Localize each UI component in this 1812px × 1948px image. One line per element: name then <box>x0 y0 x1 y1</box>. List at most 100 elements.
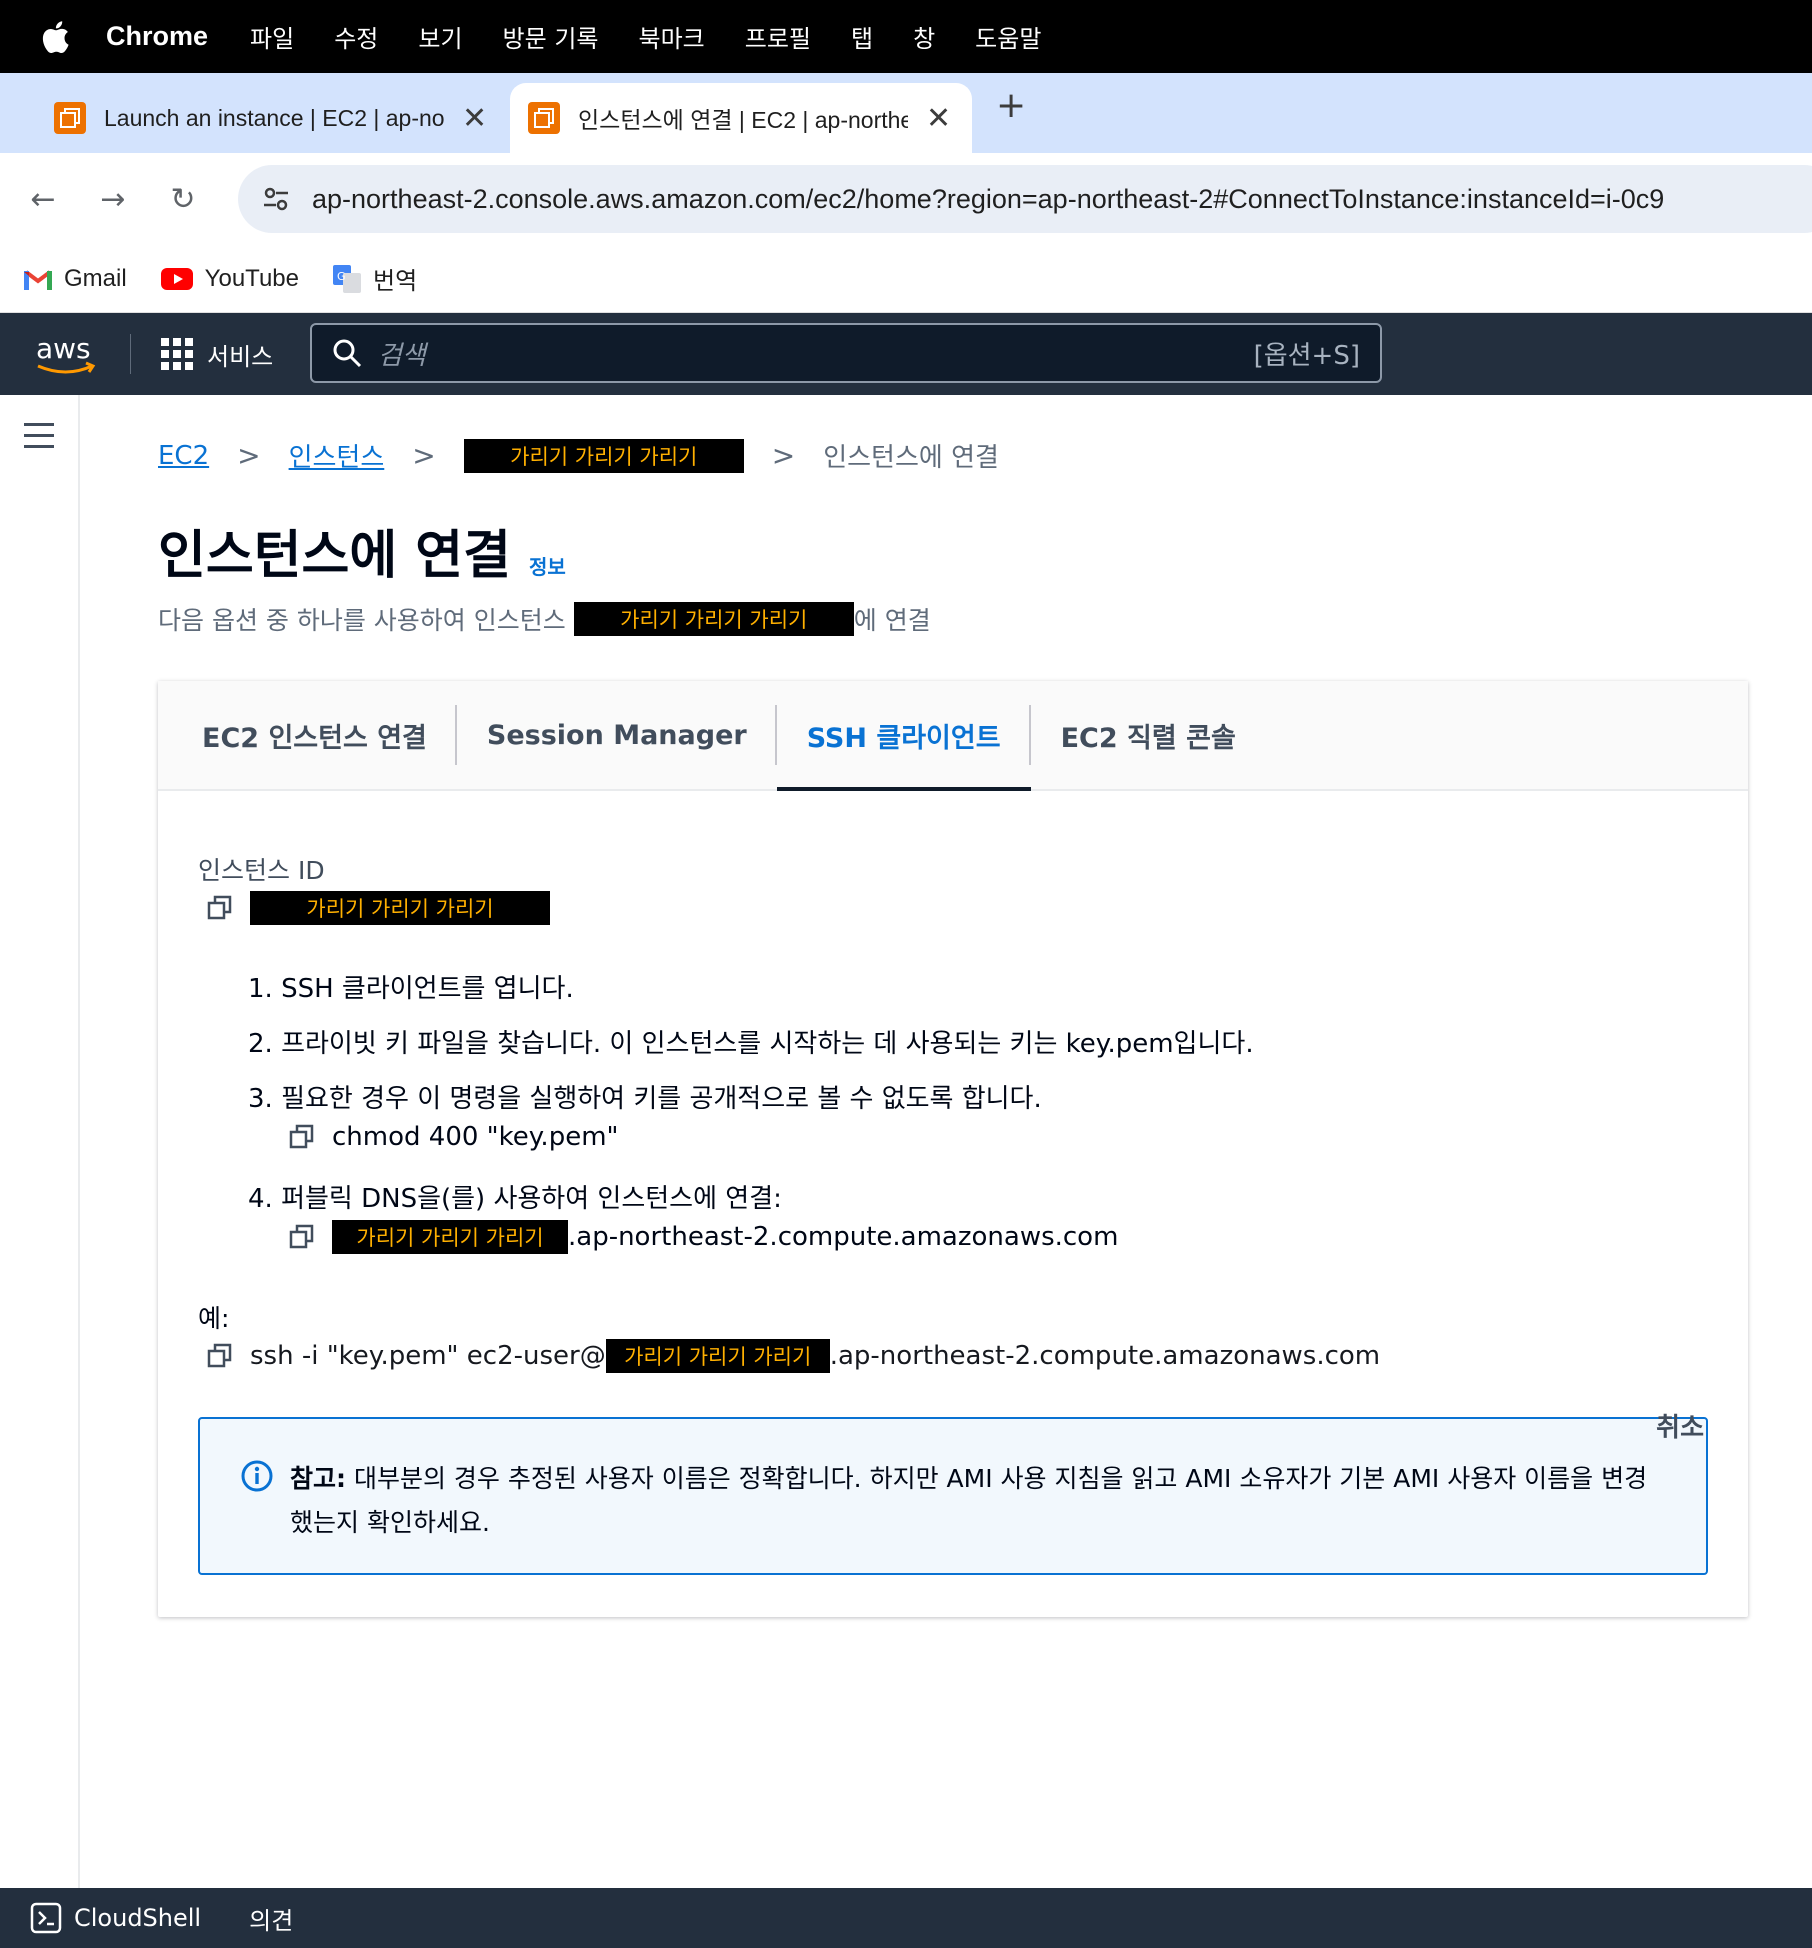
menu-file[interactable]: 파일 <box>250 19 294 54</box>
app-menu-chrome[interactable]: Chrome <box>106 21 208 52</box>
menu-view[interactable]: 보기 <box>418 19 462 54</box>
ec2-favicon-icon <box>54 102 86 134</box>
example-label: 예: <box>198 1304 230 1333</box>
subtitle-instance-redacted: 가리기 가리기 가리기 <box>573 602 854 636</box>
search-placeholder: 검색 <box>378 340 426 371</box>
info-alert: 참고: 대부분의 경우 추정된 사용자 이름은 정확합니다. 하지만 AMI 사… <box>198 1417 1708 1575</box>
gmail-icon <box>24 269 52 290</box>
browser-tab-launch-instance[interactable]: Launch an instance | EC2 | ap-northeast-… <box>54 83 487 153</box>
step-2: 2. 프라이빗 키 파일을 찾습니다. 이 인스턴스를 시작하는 데 사용되는 … <box>248 1029 1254 1059</box>
nav-divider <box>130 334 131 374</box>
forward-arrow-icon[interactable]: → <box>88 182 138 217</box>
tab-title: Launch an instance | EC2 | ap-northeast-… <box>104 104 444 131</box>
search-shortcut-hint: [옵션+S] <box>1253 340 1360 371</box>
tab-ssh-client[interactable]: SSH 클라이언트 <box>776 681 1031 791</box>
bookmark-youtube[interactable]: YouTube <box>160 265 299 293</box>
breadcrumb-ec2-link[interactable]: EC2 <box>158 441 209 471</box>
services-grid-icon <box>161 338 193 370</box>
alert-bold-label: 참고: <box>290 1464 346 1493</box>
menu-bookmarks[interactable]: 북마크 <box>638 19 704 54</box>
menu-window[interactable]: 창 <box>913 19 935 54</box>
instance-id-row: 가리기 가리기 가리기 <box>206 891 550 925</box>
connect-tabs: EC2 인스턴스 연결 Session Manager SSH 클라이언트 EC… <box>158 681 1748 791</box>
tab-ec2-serial-console[interactable]: EC2 직렬 콘솔 <box>1031 681 1266 789</box>
info-circle-icon <box>241 1460 273 1492</box>
svg-text:G: G <box>337 270 346 283</box>
breadcrumb-instance-redacted[interactable]: 가리기 가리기 가리기 <box>463 438 744 473</box>
menu-tab[interactable]: 탭 <box>851 19 873 54</box>
close-tab-icon[interactable]: ✕ <box>926 101 951 136</box>
bookmark-gmail[interactable]: Gmail <box>24 265 127 293</box>
menu-profiles[interactable]: 프로필 <box>745 19 811 54</box>
chmod-command-row: chmod 400 "key.pem" <box>248 1114 1254 1159</box>
copy-icon[interactable] <box>288 1223 316 1251</box>
page-title-row: 인스턴스에 연결 정보 <box>158 513 566 588</box>
services-menu-button[interactable]: 서비스 <box>161 337 273 372</box>
chevron-right-icon: > <box>237 439 261 472</box>
public-dns-row: 가리기 가리기 가리기 .ap-northeast-2.compute.amaz… <box>248 1214 1254 1259</box>
cloudshell-label: CloudShell <box>74 1904 202 1932</box>
aws-logo-icon[interactable]: aws <box>34 330 98 378</box>
youtube-icon <box>160 267 193 290</box>
tab-ec2-instance-connect[interactable]: EC2 인스턴스 연결 <box>172 681 457 789</box>
bookmark-label: Gmail <box>64 264 127 292</box>
chevron-right-icon: > <box>771 439 796 472</box>
back-arrow-icon[interactable]: ← <box>18 182 68 217</box>
hamburger-menu-icon[interactable] <box>24 423 54 456</box>
browser-tab-connect-instance[interactable]: 인스턴스에 연결 | EC2 | ap-northeast-2 ✕ <box>510 83 972 153</box>
info-link[interactable]: 정보 <box>529 551 566 580</box>
reload-icon[interactable]: ↻ <box>158 182 208 217</box>
instance-id-label: 인스턴스 ID <box>198 856 325 885</box>
aws-search-input[interactable]: 검색 [옵션+S] <box>310 323 1382 383</box>
breadcrumb-instances-link[interactable]: 인스턴스 <box>289 437 385 474</box>
url-text: ap-northeast-2.console.aws.amazon.com/ec… <box>312 183 1665 214</box>
cloudshell-icon <box>30 1902 62 1934</box>
page-title: 인스턴스에 연결 <box>158 526 511 586</box>
browser-tab-strip: Launch an instance | EC2 | ap-northeast-… <box>0 73 1812 153</box>
menu-edit[interactable]: 수정 <box>334 19 378 54</box>
copy-icon[interactable] <box>206 894 234 922</box>
side-nav-rail <box>0 395 80 1888</box>
example-redacted: 가리기 가리기 가리기 <box>605 1339 830 1373</box>
site-settings-icon[interactable] <box>258 181 294 217</box>
main-content: EC2 > 인스턴스 > 가리기 가리기 가리기 > 인스턴스에 연결 인스턴스… <box>82 395 1812 1888</box>
bookmark-label: 번역 <box>372 268 418 295</box>
breadcrumb: EC2 > 인스턴스 > 가리기 가리기 가리기 > 인스턴스에 연결 <box>158 437 999 474</box>
search-icon <box>333 339 362 368</box>
apple-logo-icon[interactable] <box>40 20 70 54</box>
address-bar[interactable]: ap-northeast-2.console.aws.amazon.com/ec… <box>238 165 1812 233</box>
active-tab-underline <box>776 787 1031 791</box>
page-subtitle: 다음 옵션 중 하나를 사용하여 인스턴스 가리기 가리기 가리기 에 연결 <box>158 601 931 637</box>
alert-text: 대부분의 경우 추정된 사용자 이름은 정확합니다. 하지만 AMI 사용 지침… <box>290 1464 1648 1537</box>
copy-icon[interactable] <box>206 1342 234 1370</box>
console-footer: CloudShell 의견 <box>0 1888 1812 1948</box>
public-dns-suffix: .ap-northeast-2.compute.amazonaws.com <box>568 1221 1119 1252</box>
menu-help[interactable]: 도움말 <box>975 19 1041 54</box>
tab-session-manager[interactable]: Session Manager <box>457 681 777 789</box>
svg-text:aws: aws <box>36 332 91 365</box>
mac-menu-bar: Chrome 파일 수정 보기 방문 기록 북마크 프로필 탭 창 도움말 <box>0 0 1812 73</box>
tab-title: 인스턴스에 연결 | EC2 | ap-northeast-2 <box>578 107 908 133</box>
chmod-command: chmod 400 "key.pem" <box>332 1121 619 1152</box>
example-suffix: .ap-northeast-2.compute.amazonaws.com <box>829 1341 1381 1371</box>
browser-toolbar: ← → ↻ ap-northeast-2.console.aws.amazon.… <box>0 153 1812 245</box>
step-1: 1. SSH 클라이언트를 엽니다. <box>248 974 574 1004</box>
cancel-button[interactable]: 취소 <box>1656 1407 1704 1444</box>
menu-history[interactable]: 방문 기록 <box>503 19 599 54</box>
instance-id-redacted: 가리기 가리기 가리기 <box>250 891 550 925</box>
chevron-right-icon: > <box>412 439 436 472</box>
cloudshell-button[interactable]: CloudShell <box>30 1902 201 1934</box>
breadcrumb-current: 인스턴스에 연결 <box>823 443 999 473</box>
aws-top-nav: aws 서비스 검색 [옵션+S] <box>0 313 1812 395</box>
close-tab-icon[interactable]: ✕ <box>462 101 487 136</box>
services-label: 서비스 <box>207 342 274 371</box>
subtitle-prefix: 다음 옵션 중 하나를 사용하여 인스턴스 <box>158 606 566 635</box>
ssh-steps-list: 1. SSH 클라이언트를 엽니다. 2. 프라이빗 키 파일을 찾습니다. 이… <box>248 959 1254 1269</box>
bookmarks-bar: Gmail YouTube G 번역 <box>0 245 1812 313</box>
new-tab-plus-icon[interactable]: + <box>996 85 1026 126</box>
bookmark-translate[interactable]: G 번역 <box>332 261 418 296</box>
subtitle-suffix: 에 연결 <box>853 606 931 635</box>
example-command-row: ssh -i "key.pem" ec2-user@ 가리기 가리기 가리기 .… <box>206 1339 1380 1373</box>
copy-icon[interactable] <box>288 1123 316 1151</box>
feedback-link[interactable]: 의견 <box>249 1901 293 1936</box>
